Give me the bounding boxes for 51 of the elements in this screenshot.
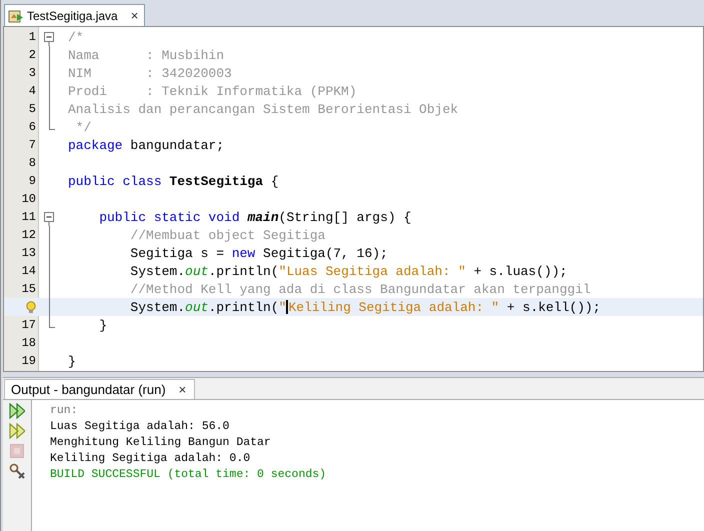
line-number: 11 <box>22 210 36 224</box>
file-tab[interactable]: TestSegitiga.java × <box>4 4 146 26</box>
output-line: run: <box>50 403 79 419</box>
code-line: //Method Kell yang ada di class Bangundatar akan terpanggil <box>129 282 591 296</box>
code-line: //Membuat object Segitiga <box>129 228 326 242</box>
line-number: 4 <box>28 84 36 98</box>
code-line: public static void main(String[] args) { <box>98 210 412 224</box>
output-line: BUILD SUCCESSFUL (total time: 0 seconds) <box>50 467 326 483</box>
rerun-icon[interactable] <box>9 423 25 439</box>
line-number: 8 <box>28 156 36 170</box>
line-number: 1 <box>28 30 36 44</box>
code-line: Analisis dan perancangan Sistem Berorientasi Objek <box>68 102 458 116</box>
code-line: Nama : Musbihin <box>68 48 224 62</box>
code-line: public class TestSegitiga { <box>68 174 279 188</box>
code-line: Prodi : Teknik Informatika (PPKM) <box>68 84 357 98</box>
output-line: Menghitung Keliling Bangun Datar <box>50 435 272 451</box>
line-number: 7 <box>28 138 36 152</box>
code-line: /* <box>68 30 84 44</box>
java-file-icon <box>8 8 24 22</box>
output-line: Luas Segitiga adalah: 56.0 <box>50 419 230 435</box>
line-number: 5 <box>28 102 36 116</box>
close-button[interactable]: × <box>178 382 186 397</box>
text-caret <box>286 300 288 314</box>
line-number: 19 <box>22 354 36 368</box>
code-line: System.out.println("Keliling Segitiga adalah: " + s.kell()); <box>129 300 601 314</box>
code-line: */ <box>74 120 92 134</box>
lightbulb-icon[interactable] <box>26 300 36 314</box>
code-line: NIM : 342020003 <box>68 66 232 80</box>
fold-end-line <box>49 316 55 328</box>
file-tab[interactable]: Output - bangundatar (run) × <box>4 379 196 399</box>
close-button[interactable]: × <box>130 8 138 23</box>
line-number: 9 <box>28 174 36 188</box>
line-number: 14 <box>22 264 36 278</box>
line-number: 3 <box>28 66 36 80</box>
line-number: 13 <box>22 246 36 260</box>
line-number: 15 <box>22 282 36 296</box>
code-line: package bangundatar; <box>68 138 224 152</box>
output-line: Keliling Segitiga adalah: 0.0 <box>50 451 252 467</box>
code-line: } <box>98 318 108 332</box>
rerun-icon[interactable] <box>9 403 25 419</box>
code-line: System.out.println("Luas Segitiga adalah: " + s.luas()); <box>129 264 568 278</box>
code-line: Segitiga s = new Segitiga(7, 16); <box>129 246 388 260</box>
line-number: 6 <box>28 120 36 134</box>
line-number: 10 <box>22 192 36 206</box>
line-number: 18 <box>22 336 36 350</box>
fold-end-line <box>49 118 55 130</box>
line-number: 17 <box>22 318 36 332</box>
line-number: 12 <box>22 228 36 242</box>
wrench-icon[interactable] <box>9 463 25 479</box>
code-line: } <box>68 354 76 368</box>
line-number: 2 <box>28 48 36 62</box>
